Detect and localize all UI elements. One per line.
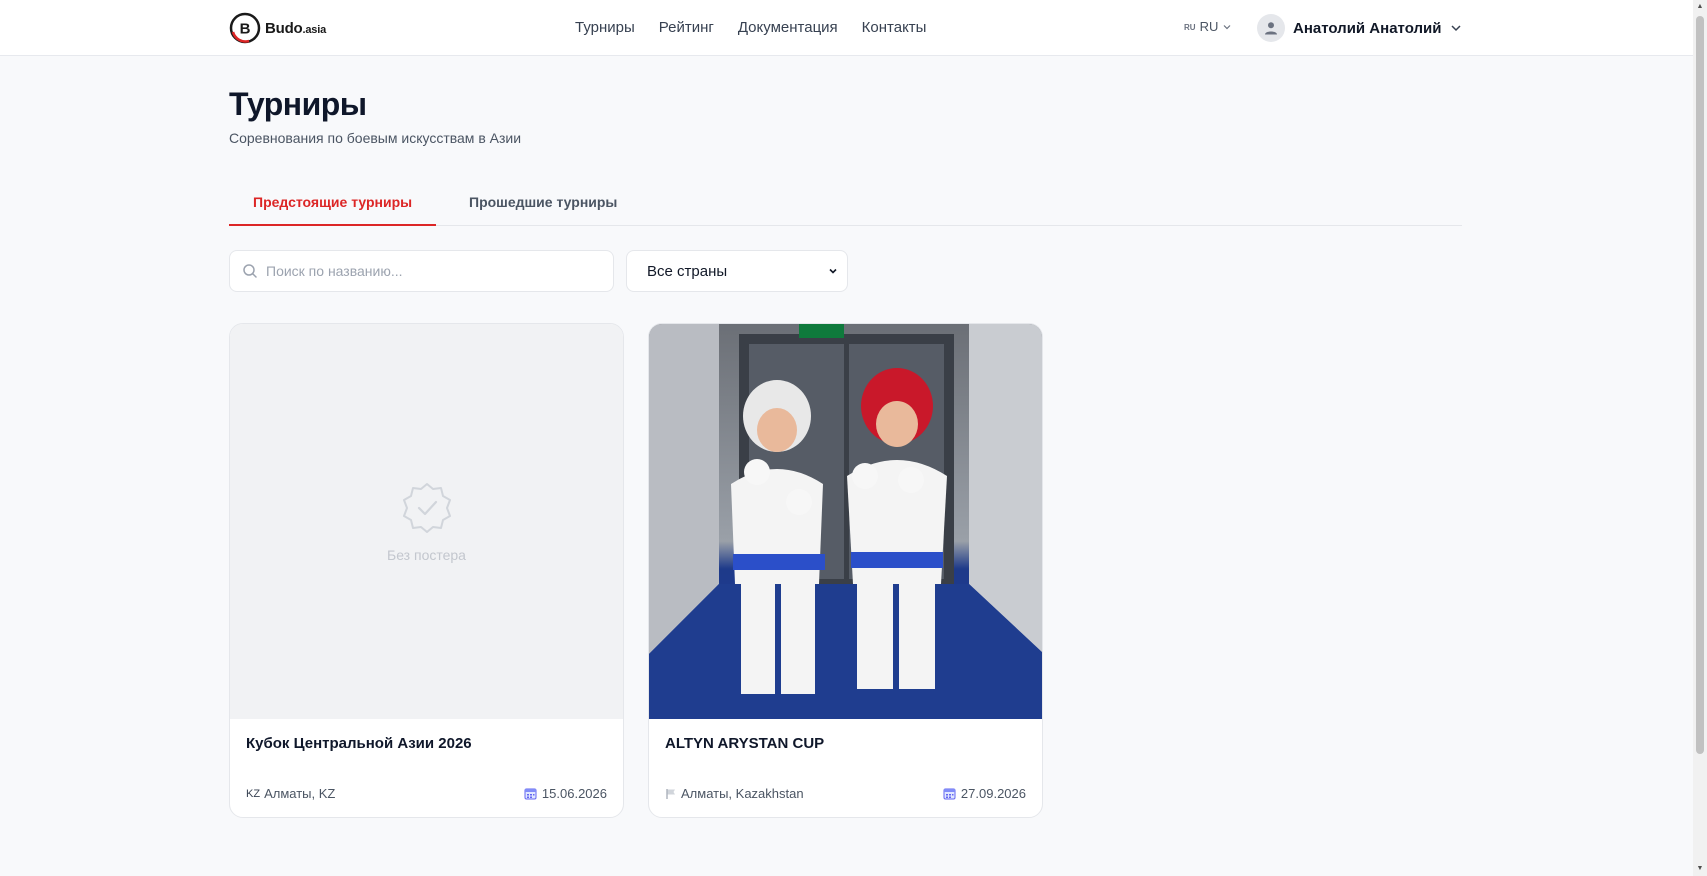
user-icon [1265, 22, 1277, 35]
country-select[interactable]: Все страны [626, 250, 848, 292]
scroll-up-arrow[interactable]: ▲ [1696, 2, 1704, 12]
card-date: 27.09.2026 [943, 786, 1026, 801]
search-icon [243, 264, 257, 278]
calendar-icon [524, 788, 537, 800]
no-poster-label: Без постера [387, 546, 466, 563]
logo[interactable]: B Budo.asia [229, 12, 326, 44]
user-menu[interactable]: Анатолий Анатолий [1257, 14, 1463, 42]
page-subtitle: Соревнования по боевым искусствам в Азии [229, 130, 522, 146]
tournament-poster-image [649, 324, 1042, 719]
nav-contacts[interactable]: Контакты [862, 18, 927, 38]
search-box [229, 250, 614, 292]
calendar-icon [943, 788, 956, 800]
language-label: RU [1199, 19, 1219, 34]
chevron-down-icon [1223, 24, 1231, 29]
poster-photo [649, 324, 1042, 719]
poster-placeholder: Без постера [230, 324, 623, 719]
card-location: KZ Алматы, KZ [246, 786, 335, 801]
card-location-text: Алматы, Kazakhstan [681, 786, 804, 801]
card-date: 15.06.2026 [524, 786, 607, 801]
verified-badge-icon [402, 482, 451, 533]
tab-past[interactable]: Прошедшие турниры [445, 194, 641, 226]
avatar [1257, 14, 1285, 42]
ru-flag-icon: RU [1184, 23, 1196, 32]
tab-upcoming[interactable]: Предстоящие турниры [229, 186, 437, 226]
chevron-down-icon [1451, 25, 1461, 32]
tournament-card[interactable]: ALTYN ARYSTAN CUP Алматы, Kazakhstan 27.… [648, 323, 1043, 818]
tournament-card[interactable]: Без постера Кубок Центральной Азии 2026 … [229, 323, 624, 818]
language-switcher[interactable]: RU RU [1184, 19, 1232, 34]
scroll-down-arrow[interactable]: ▼ [1696, 864, 1704, 874]
chevron-down-icon [829, 268, 837, 274]
card-title: Кубок Центральной Азии 2026 [246, 735, 472, 752]
user-name: Анатолий Анатолий [1293, 19, 1442, 37]
logo-text: Budo.asia [265, 19, 326, 37]
card-date-text: 27.09.2026 [960, 786, 1026, 801]
search-input[interactable] [266, 263, 596, 279]
country-select-value: Все страны [647, 262, 728, 280]
scroll-thumb[interactable] [1696, 16, 1704, 754]
card-title: ALTYN ARYSTAN CUP [665, 735, 825, 752]
svg-text:B: B [240, 21, 251, 38]
nav-documentation[interactable]: Документация [738, 18, 838, 38]
card-location: Алматы, Kazakhstan [665, 786, 804, 801]
top-header: B Budo.asia Турниры Рейтинг Документация… [0, 0, 1693, 56]
nav-tournaments[interactable]: Турниры [575, 18, 635, 38]
page: B Budo.asia Турниры Рейтинг Документация… [0, 0, 1707, 876]
card-date-text: 15.06.2026 [541, 786, 607, 801]
tournament-tabs: Предстоящие турниры Прошедшие турниры [229, 186, 1462, 226]
card-location-text: Алматы, KZ [264, 786, 336, 801]
kz-flag-icon: KZ [246, 787, 261, 800]
page-scrollbar[interactable]: ▲ ▼ [1693, 0, 1707, 876]
nav-rating[interactable]: Рейтинг [659, 18, 714, 38]
page-title: Турниры [229, 86, 367, 122]
flag-icon [666, 788, 675, 799]
logo-icon: B [229, 12, 261, 44]
main-nav: Турниры Рейтинг Документация Контакты [575, 18, 926, 38]
